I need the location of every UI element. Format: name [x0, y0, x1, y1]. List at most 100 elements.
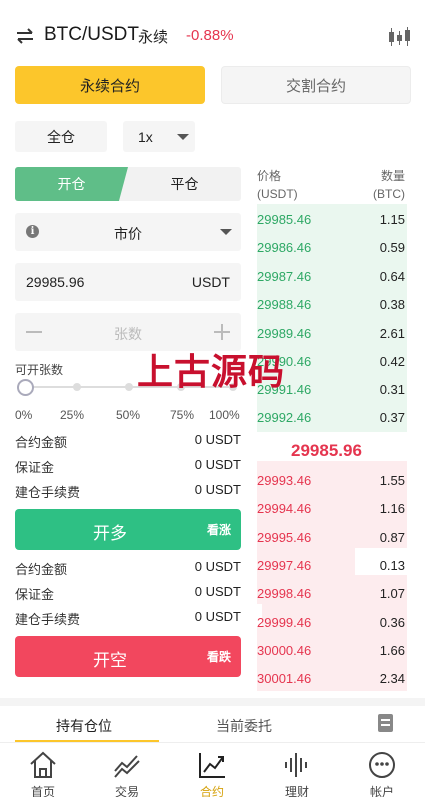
bid-price[interactable]: 29988.46	[257, 297, 311, 312]
nav-label: 帐户	[369, 785, 394, 797]
contract-amount-value: 0 USDT	[194, 432, 241, 447]
contract-amount-label: 合约金额	[15, 435, 68, 450]
ask-quantity: 1.07	[379, 586, 405, 601]
header: BTC/USDT 永续 -0.88%	[0, 0, 425, 60]
orderbook-price-header: 价格 (USDT)	[257, 167, 298, 203]
ask-quantity: 2.34	[379, 671, 405, 686]
nav-label: 合约	[199, 785, 224, 797]
trend-icon	[114, 755, 140, 778]
orderbook-qty-header: 数量 (BTC)	[373, 167, 405, 203]
ask-price[interactable]: 29999.46	[257, 615, 311, 630]
ask-quantity: 0.87	[379, 530, 405, 545]
bottom-navigation: 首页 交易 合约 理财 帐户	[0, 742, 425, 797]
nav-trade[interactable]: 交易	[97, 743, 157, 797]
mid-price: 29985.96	[291, 441, 362, 460]
ask-price[interactable]: 29995.46	[257, 530, 311, 545]
bid-quantity: 0.59	[379, 240, 405, 255]
tab-perpetual[interactable]: 永续合约	[15, 66, 205, 104]
ask-price[interactable]: 29998.46	[257, 586, 311, 601]
document-icon-line	[381, 719, 390, 721]
open-fee-label: 建仓手续费	[15, 612, 81, 627]
chevron-down-icon	[177, 134, 189, 140]
section-divider	[0, 698, 425, 706]
slider-mark-label: 100%	[209, 408, 240, 422]
nav-home[interactable]: 首页	[13, 743, 73, 797]
leverage-select[interactable]: 1x	[123, 121, 195, 152]
slider-mark[interactable]	[125, 383, 133, 391]
bid-quantity: 2.61	[379, 326, 405, 341]
open-fee-value: 0 USDT	[194, 609, 241, 624]
contract-chart-icon	[199, 753, 225, 778]
tab-close-position[interactable]: 平仓	[128, 167, 241, 201]
price-unit: USDT	[191, 274, 230, 290]
swap-arrows-icon[interactable]	[15, 26, 35, 46]
ask-quantity: 0.13	[379, 558, 405, 573]
bid-price[interactable]: 29987.46	[257, 269, 311, 284]
bid-depth-background	[257, 204, 407, 432]
trading-pair[interactable]: BTC/USDT	[44, 24, 139, 46]
margin-label: 保证金	[15, 460, 55, 475]
slider-handle[interactable]	[17, 379, 34, 396]
bid-price[interactable]: 29989.46	[257, 326, 311, 341]
ask-price[interactable]: 29993.46	[257, 473, 311, 488]
ask-quantity: 1.55	[379, 473, 405, 488]
margin-label: 保证金	[15, 587, 55, 602]
price-field[interactable]: 29985.96 USDT	[15, 263, 241, 301]
open-fee-label: 建仓手续费	[15, 485, 81, 500]
nav-contract[interactable]: 合约	[182, 743, 242, 797]
margin-mode-label: 全仓	[47, 128, 75, 145]
available-quantity-label: 可开张数	[15, 363, 64, 377]
qty-header-unit: (BTC)	[373, 187, 405, 201]
ask-quantity: 0.36	[379, 615, 405, 630]
tab-delivery[interactable]: 交割合约	[221, 66, 411, 104]
bid-quantity: 0.38	[379, 297, 405, 312]
order-type-label: 市价	[114, 226, 142, 242]
nav-label: 理财	[284, 785, 309, 797]
home-icon	[30, 751, 56, 778]
contract-amount-label: 合约金额	[15, 562, 68, 577]
margin-mode-select[interactable]: 全仓	[15, 121, 107, 152]
bullish-tag: 看涨	[206, 523, 231, 537]
bid-quantity: 0.64	[379, 269, 405, 284]
order-type-select[interactable]: i 市价	[15, 213, 241, 251]
bid-quantity: 0.31	[379, 382, 405, 397]
slider-mark-label: 50%	[116, 408, 141, 422]
ask-price[interactable]: 30000.46	[257, 643, 311, 658]
tab-open-orders[interactable]: 当前委托	[216, 716, 272, 736]
open-long-button[interactable]: 开多 看涨	[15, 509, 241, 550]
chevron-down-icon	[220, 229, 232, 235]
open-short-label: 开空	[93, 651, 127, 670]
price-value: 29985.96	[26, 274, 85, 290]
nav-finance[interactable]: 理财	[267, 743, 327, 797]
slider-mark-label: 25%	[60, 408, 85, 422]
bid-quantity: 1.15	[379, 212, 405, 227]
qty-header-label: 数量	[380, 169, 405, 183]
bid-price[interactable]: 29992.46	[257, 410, 311, 425]
document-icon-line	[381, 724, 390, 726]
price-header-label: 价格	[257, 169, 282, 183]
margin-value: 0 USDT	[194, 584, 241, 599]
document-icon[interactable]	[378, 714, 393, 732]
nav-label: 首页	[30, 785, 55, 797]
ask-quantity: 1.66	[379, 643, 405, 658]
slider-mark[interactable]	[73, 383, 81, 391]
quantity-placeholder: 张数	[114, 326, 142, 342]
tab-positions[interactable]: 持有仓位	[56, 716, 112, 736]
candlestick-icon[interactable]	[387, 26, 411, 48]
price-header-unit: (USDT)	[257, 187, 298, 201]
nav-account[interactable]: 帐户	[352, 743, 412, 797]
nav-label: 交易	[114, 785, 139, 797]
ask-price[interactable]: 29994.46	[257, 501, 311, 516]
ask-price[interactable]: 29997.46	[257, 558, 311, 573]
price-change: -0.88%	[186, 27, 234, 44]
open-short-button[interactable]: 开空 看跌	[15, 636, 241, 677]
slider-mark-label: 75%	[170, 408, 195, 422]
bid-price[interactable]: 29985.46	[257, 212, 311, 227]
bid-price[interactable]: 29986.46	[257, 240, 311, 255]
margin-value: 0 USDT	[194, 457, 241, 472]
tab-open-position[interactable]: 开仓	[15, 167, 128, 201]
plus-icon-vertical	[221, 324, 223, 340]
leverage-value: 1x	[138, 128, 153, 145]
ask-price[interactable]: 30001.46	[257, 671, 311, 686]
bid-quantity: 0.37	[379, 410, 405, 425]
